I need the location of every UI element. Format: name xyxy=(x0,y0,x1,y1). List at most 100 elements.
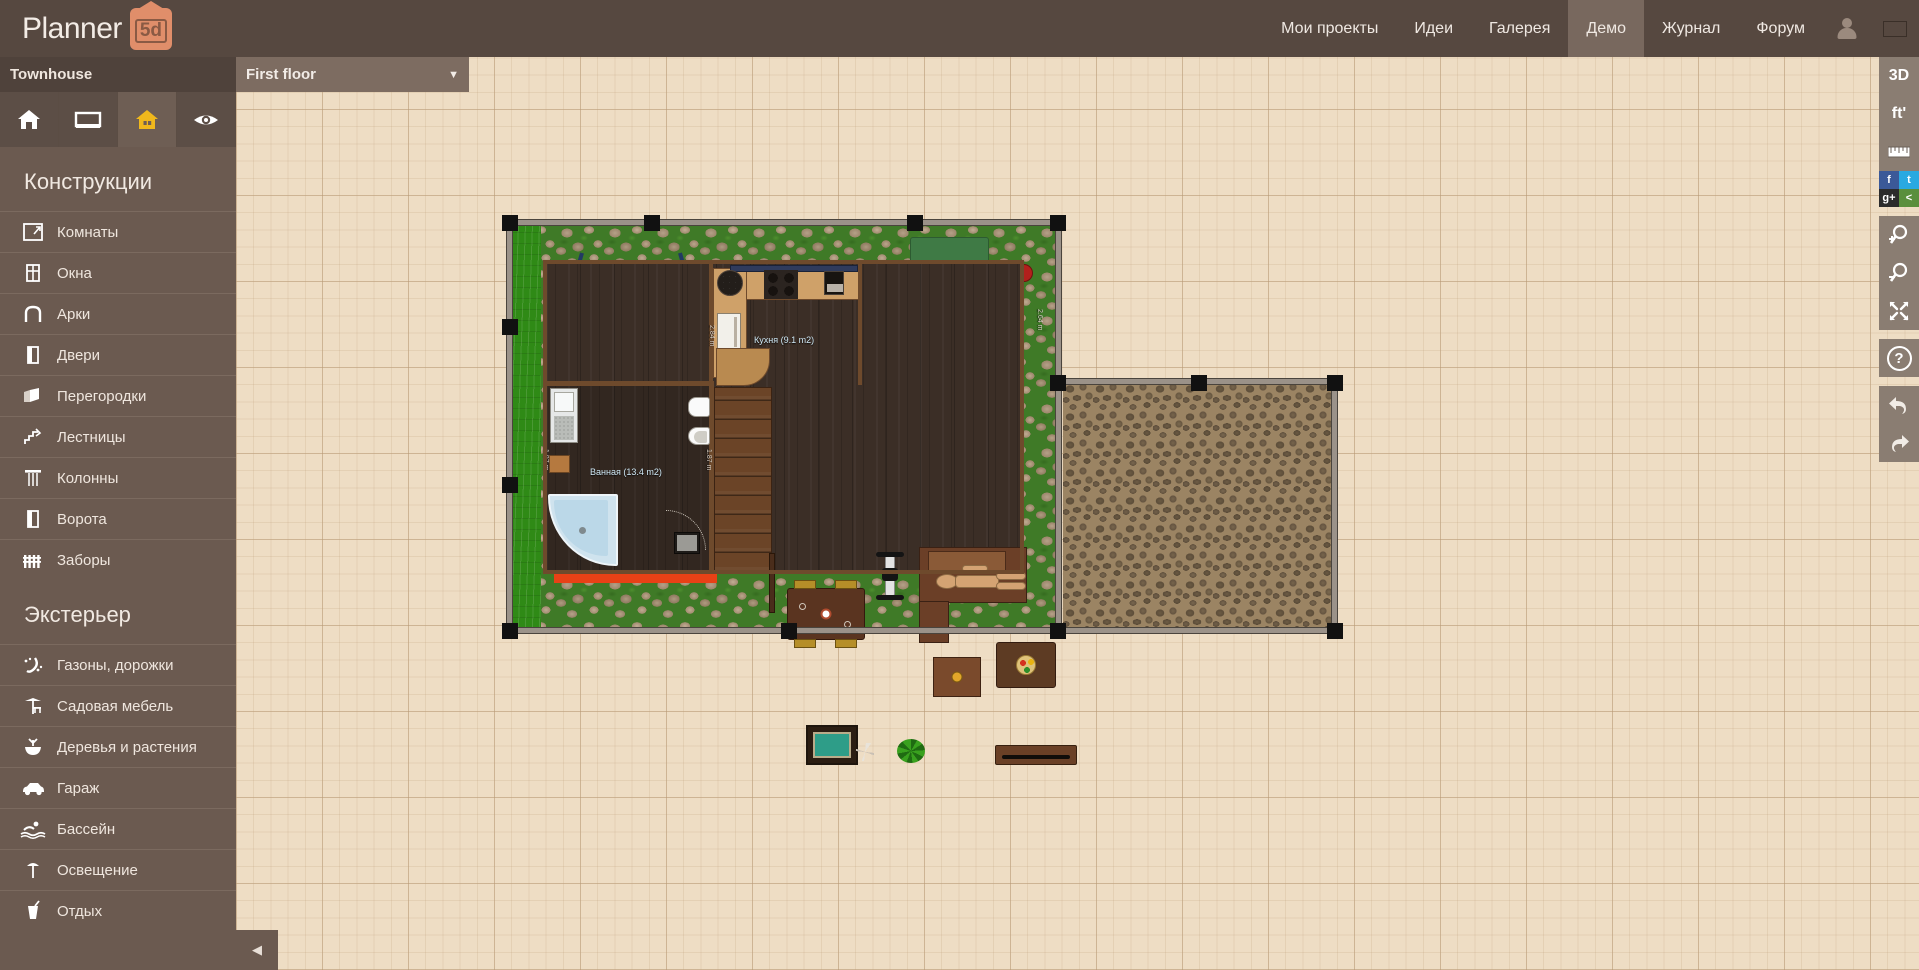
sidebar-item-садовая-мебель[interactable]: Садовая мебель xyxy=(0,685,236,726)
help-button[interactable]: ? xyxy=(1879,339,1919,377)
googleplus-share-button[interactable]: g+ xyxy=(1879,189,1899,207)
dining-chair[interactable] xyxy=(794,580,816,589)
staircase[interactable] xyxy=(714,387,772,573)
toilet[interactable] xyxy=(688,397,710,417)
decor-star-object[interactable] xyxy=(856,743,874,761)
sidebar-item-бассейн[interactable]: Бассейн xyxy=(0,808,236,849)
kitchen-sink[interactable] xyxy=(717,270,743,296)
sidebar-item-арки[interactable]: Арки xyxy=(0,293,236,334)
wall-node[interactable] xyxy=(502,477,518,493)
right-toolbar: 3D ft' f t g+ < ? xyxy=(1879,57,1919,471)
kitchen-fridge[interactable] xyxy=(717,313,741,349)
bathroom-shower[interactable] xyxy=(550,388,578,443)
sidebar-item-газоны-дорожки[interactable]: Газоны, дорожки xyxy=(0,644,236,685)
dining-chair[interactable] xyxy=(794,639,816,648)
facebook-share-button[interactable]: f xyxy=(1879,171,1899,189)
sidebar-item-комнаты[interactable]: Комнаты xyxy=(0,211,236,252)
wall-node[interactable] xyxy=(502,215,518,231)
garden-furniture-icon xyxy=(20,693,46,719)
fullscreen-button[interactable] xyxy=(1879,292,1919,330)
sidebar-item-перегородки[interactable]: Перегородки xyxy=(0,375,236,416)
side-cabinet[interactable] xyxy=(933,657,981,697)
interior-wall-top[interactable] xyxy=(544,260,1024,264)
floor-selector-dropdown[interactable]: First floor ▼ xyxy=(236,57,469,92)
tool-building-view[interactable] xyxy=(118,92,177,147)
wall-node[interactable] xyxy=(781,623,797,639)
wall-node[interactable] xyxy=(1050,215,1066,231)
units-button[interactable]: ft' xyxy=(1879,95,1919,133)
ruler-button[interactable] xyxy=(1879,133,1919,171)
sidebar-item-лестницы[interactable]: Лестницы xyxy=(0,416,236,457)
wall-node[interactable] xyxy=(1050,375,1066,391)
wall-node[interactable] xyxy=(907,215,923,231)
wall-node[interactable] xyxy=(1327,375,1343,391)
tool-preview-view[interactable] xyxy=(177,92,236,147)
terrace-wall-bottom[interactable] xyxy=(1058,627,1338,634)
sidebar-item-label: Садовая мебель xyxy=(57,697,174,715)
nav-item-2[interactable]: Галерея xyxy=(1471,0,1568,57)
logo-badge-text: 5d xyxy=(134,18,167,43)
sidebar-item-отдых[interactable]: Отдых xyxy=(0,890,236,931)
sidebar-item-ворота[interactable]: Ворота xyxy=(0,498,236,539)
bidet[interactable] xyxy=(688,427,710,445)
toggle-3d-button[interactable]: 3D xyxy=(1879,57,1919,95)
wall-node[interactable] xyxy=(502,319,518,335)
plot-wall-top[interactable] xyxy=(506,219,1062,226)
floorplan-canvas[interactable]: Кухня (9.1 m2) Ванная (13.4 m2) 1.87 m 1… xyxy=(236,57,1919,970)
sidebar-item-гараж[interactable]: Гараж xyxy=(0,767,236,808)
coffee-table[interactable] xyxy=(996,642,1056,688)
lawn-path-icon xyxy=(20,652,46,678)
interior-wall-left[interactable] xyxy=(543,260,547,574)
dining-chair[interactable] xyxy=(835,580,857,589)
zoom-out-button[interactable] xyxy=(1879,254,1919,292)
floor-plant[interactable] xyxy=(896,737,926,765)
terrace-wall-right[interactable] xyxy=(1331,378,1338,634)
sidebar-item-label: Комнаты xyxy=(57,223,119,241)
lawn-strip[interactable] xyxy=(511,224,541,629)
wall-node[interactable] xyxy=(1327,623,1343,639)
exercise-bike[interactable] xyxy=(876,549,904,603)
tv-stand[interactable] xyxy=(995,745,1077,765)
undo-button[interactable] xyxy=(1879,386,1919,424)
kitchen-stove[interactable] xyxy=(764,270,798,299)
nav-item-0[interactable]: Мои проекты xyxy=(1263,0,1396,57)
wall-node[interactable] xyxy=(1191,375,1207,391)
sidebar-item-окна[interactable]: Окна xyxy=(0,252,236,293)
language-selector-button[interactable] xyxy=(1871,0,1919,57)
interior-wall-bottom[interactable] xyxy=(543,570,1024,574)
wall-node[interactable] xyxy=(502,623,518,639)
zoom-in-button[interactable] xyxy=(1879,216,1919,254)
rug[interactable] xyxy=(806,725,858,765)
sidebar-item-деревья-и-растения[interactable]: Деревья и растения xyxy=(0,726,236,767)
dining-chair[interactable] xyxy=(835,639,857,648)
nav-item-5[interactable]: Форум xyxy=(1738,0,1823,57)
redo-button[interactable] xyxy=(1879,424,1919,462)
sidebar-item-колонны[interactable]: Колонны xyxy=(0,457,236,498)
app-logo[interactable]: Planner 5d xyxy=(22,0,172,50)
person-figure[interactable] xyxy=(936,563,1026,595)
bathroom-cabinet[interactable] xyxy=(549,455,570,473)
drink-icon xyxy=(20,898,46,924)
tool-furniture-view[interactable] xyxy=(59,92,118,147)
twitter-share-button[interactable]: t xyxy=(1899,171,1919,189)
nav-item-3[interactable]: Демо xyxy=(1568,0,1644,57)
plot-wall-left[interactable] xyxy=(506,219,513,634)
interior-wall-right[interactable] xyxy=(1020,260,1024,574)
sidebar-item-двери[interactable]: Двери xyxy=(0,334,236,375)
kitchen-oven[interactable] xyxy=(824,271,844,295)
gate-icon xyxy=(20,506,46,532)
armchair[interactable] xyxy=(769,553,775,613)
terrace-stone-area[interactable] xyxy=(1063,383,1333,629)
nav-item-4[interactable]: Журнал xyxy=(1644,0,1738,57)
sofa-chaise[interactable] xyxy=(919,601,949,643)
wall-node[interactable] xyxy=(1050,623,1066,639)
plot-wall-right[interactable] xyxy=(1055,219,1062,634)
generic-share-button[interactable]: < xyxy=(1899,189,1919,207)
nav-item-1[interactable]: Идеи xyxy=(1396,0,1471,57)
sidebar-item-заборы[interactable]: Заборы xyxy=(0,539,236,580)
sidebar-item-освещение[interactable]: Освещение xyxy=(0,849,236,890)
tool-home-view[interactable] xyxy=(0,92,59,147)
wall-node[interactable] xyxy=(644,215,660,231)
collapse-sidebar-button[interactable]: ◀ xyxy=(236,930,278,970)
account-button[interactable] xyxy=(1823,0,1871,57)
